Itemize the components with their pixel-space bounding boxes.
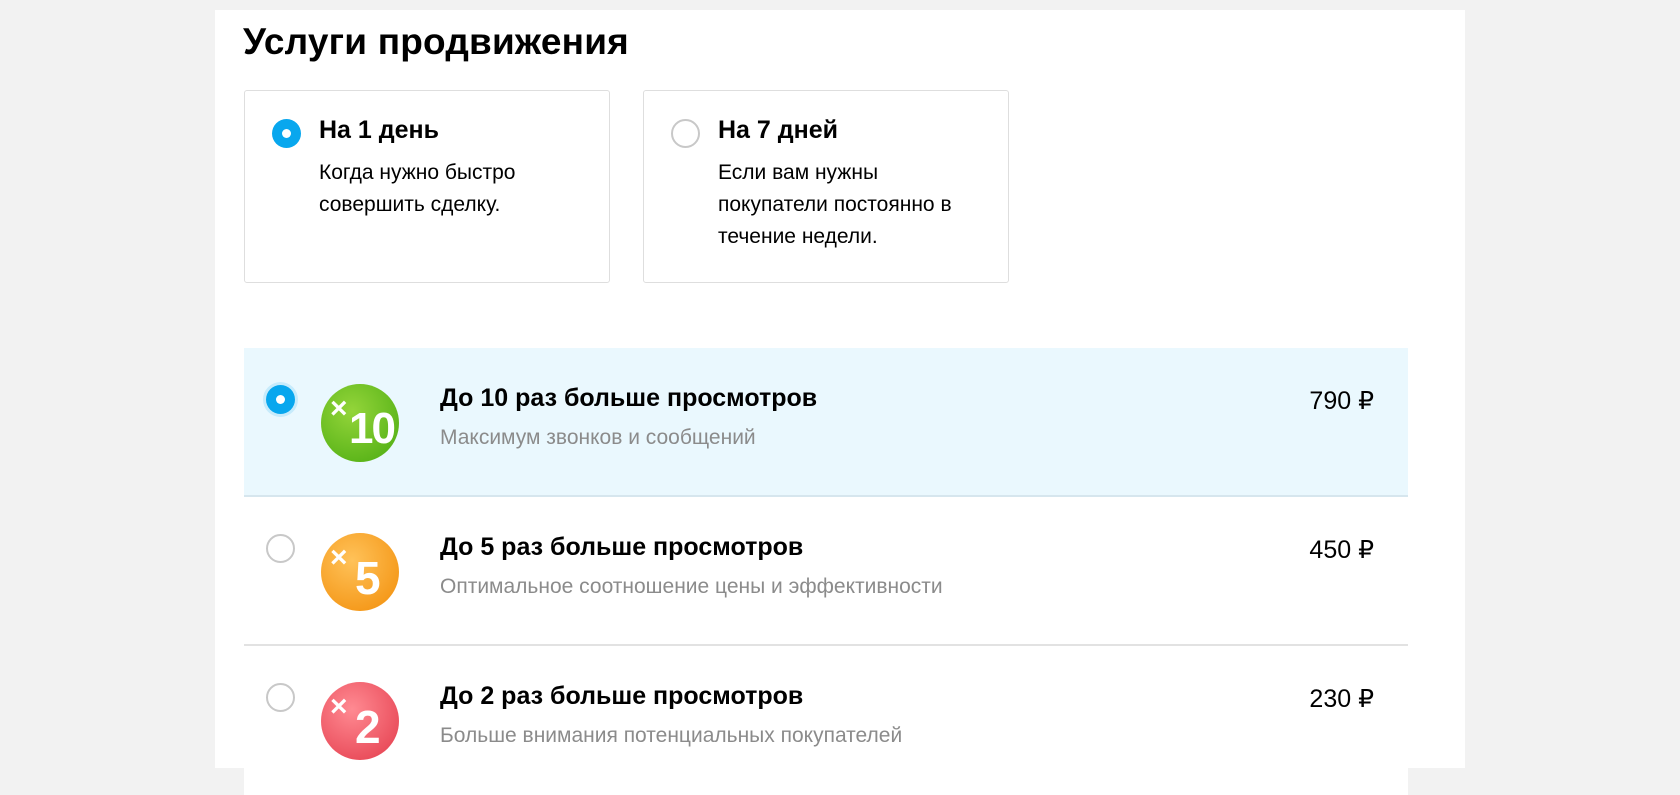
promotion-option-x5[interactable]: × 5 До 5 раз больше просмотров Оптимальн…	[244, 497, 1408, 646]
page-title: Услуги продвижения	[243, 21, 629, 62]
option-price: 790 ₽	[1309, 387, 1374, 415]
option-subtitle: Оптимальное соотношение цены и эффективн…	[440, 575, 943, 598]
badge-times-sign: ×	[330, 690, 348, 723]
option-subtitle: Больше внимания потенциальных покупателе…	[440, 724, 903, 747]
x2-badge-icon: × 2	[321, 682, 399, 760]
duration-option-1-day[interactable]: На 1 день Когда нужно быстро совершить с…	[244, 90, 610, 283]
x10-badge-icon: × 10	[321, 384, 399, 462]
x5-badge-icon: × 5	[321, 533, 399, 611]
promotion-panel: Услуги продвижения На 1 день Когда нужно…	[215, 10, 1465, 795]
duration-title: На 7 дней	[718, 116, 838, 144]
option-subtitle: Максимум звонков и сообщений	[440, 426, 756, 449]
badge-multiplier: 10	[349, 404, 396, 453]
duration-description: Если вам нужны покупатели постоянно в те…	[718, 161, 952, 248]
option-radio-x5[interactable]	[266, 534, 295, 563]
option-radio-x2[interactable]	[266, 683, 295, 712]
option-title: До 2 раз больше просмотров	[440, 682, 804, 710]
promotion-option-x10[interactable]: × 10 До 10 раз больше просмотров Максиму…	[244, 348, 1408, 497]
duration-description: Когда нужно быстро совершить сделку.	[319, 161, 516, 216]
duration-title: На 1 день	[319, 116, 439, 144]
duration-radio-1-day[interactable]	[272, 119, 301, 148]
option-price: 450 ₽	[1309, 536, 1374, 564]
badge-multiplier: 2	[355, 701, 381, 753]
option-title: До 5 раз больше просмотров	[440, 533, 804, 561]
option-title: До 10 раз больше просмотров	[440, 384, 818, 412]
promotion-option-x2[interactable]: × 2 До 2 раз больше просмотров Больше вн…	[244, 646, 1408, 795]
duration-option-7-days[interactable]: На 7 дней Если вам нужны покупатели пост…	[643, 90, 1009, 283]
option-radio-x10[interactable]	[266, 385, 295, 414]
badge-times-sign: ×	[330, 541, 348, 574]
badge-times-sign: ×	[330, 392, 348, 425]
badge-multiplier: 5	[355, 552, 381, 604]
duration-radio-7-days[interactable]	[671, 119, 700, 148]
option-price: 230 ₽	[1309, 685, 1374, 713]
